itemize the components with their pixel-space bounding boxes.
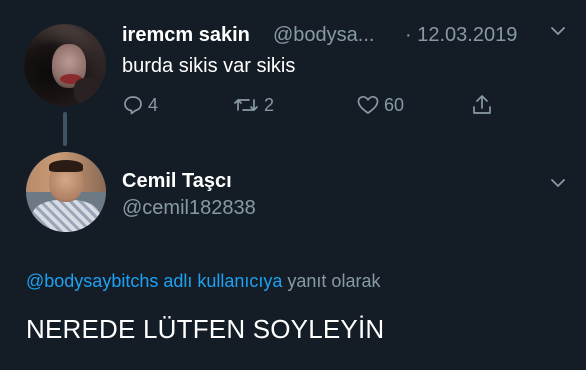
replying-to-mention-link[interactable]: @bodysaybitchs adlı kullanıcıya — [26, 271, 282, 291]
parent-date[interactable]: · 12.03.2019 — [405, 24, 517, 47]
reply-button[interactable]: 4 — [122, 92, 158, 118]
reply-count: 4 — [148, 94, 159, 115]
reply-handle[interactable]: @cemil182838 — [122, 197, 256, 220]
avatar-hand — [74, 78, 100, 104]
like-count: 60 — [384, 94, 405, 115]
reply-tweet-text: NEREDE LÜTFEN SOYLEYİN — [26, 314, 385, 344]
share-icon — [470, 93, 494, 117]
heart-icon — [356, 94, 380, 116]
reply-avatar[interactable] — [26, 152, 106, 232]
avatar-shirt — [32, 200, 100, 232]
replying-to-line: @bodysaybitchs adlı kullanıcıya yanıt ol… — [26, 271, 380, 292]
like-button[interactable]: 60 — [356, 92, 404, 118]
reply-display-name[interactable]: Cemil Taşcı — [122, 170, 232, 193]
share-button[interactable] — [470, 92, 494, 118]
avatar-hair — [49, 160, 83, 172]
retweet-count: 2 — [264, 94, 275, 115]
retweet-button[interactable]: 2 — [232, 92, 274, 118]
retweet-icon — [232, 94, 260, 116]
replying-to-suffix: yanıt olarak — [282, 271, 381, 291]
chevron-down-icon[interactable] — [549, 22, 567, 40]
thread-connector-line — [63, 112, 67, 146]
chevron-down-icon[interactable] — [549, 174, 567, 192]
parent-avatar[interactable] — [24, 24, 106, 106]
parent-display-name[interactable]: iremcm sakin — [122, 24, 250, 47]
parent-tweet-text: burda sikis var sikis — [122, 55, 296, 77]
reply-icon — [122, 94, 144, 116]
parent-handle[interactable]: @bodysa... — [273, 24, 374, 47]
